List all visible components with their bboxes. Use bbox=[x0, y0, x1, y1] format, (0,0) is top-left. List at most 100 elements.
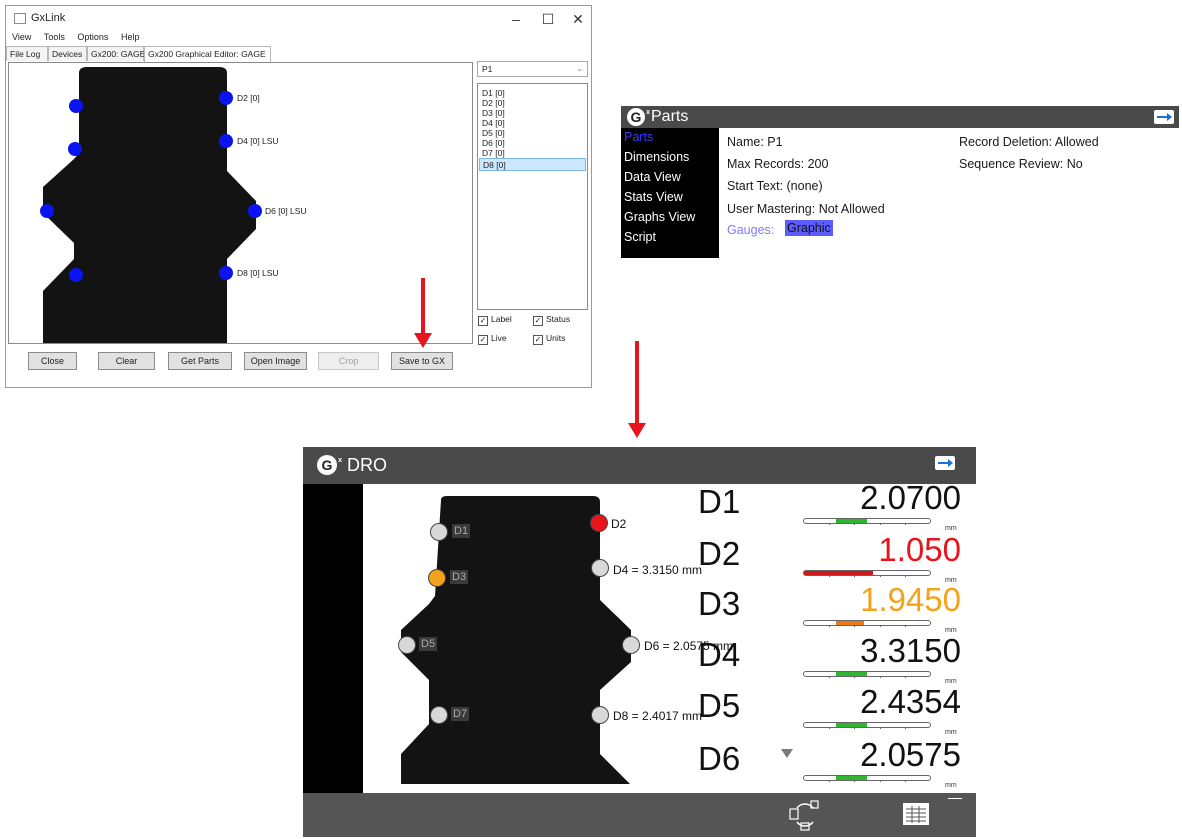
d8-marker[interactable] bbox=[591, 706, 609, 724]
bar-tick bbox=[880, 575, 881, 577]
record-deletion-field[interactable]: Record Deletion: Allowed bbox=[959, 135, 1099, 149]
data-grid-icon[interactable] bbox=[903, 803, 929, 825]
label-checkbox[interactable]: ✓ Label bbox=[478, 314, 512, 326]
menu-view[interactable]: View bbox=[12, 32, 31, 42]
dimension-list[interactable]: D1 [0] D2 [0] D3 [0] D4 [0] D5 [0] D6 [0… bbox=[477, 83, 588, 310]
menu-options[interactable]: Options bbox=[77, 32, 108, 42]
list-item-d5[interactable]: D5 [0] bbox=[482, 128, 584, 138]
status-checkbox[interactable]: ✓ Status bbox=[533, 314, 570, 326]
open-image-button[interactable]: Open Image bbox=[244, 352, 307, 370]
d3-marker[interactable] bbox=[428, 569, 446, 587]
d5-chip: D5 bbox=[419, 637, 438, 651]
nav-parts[interactable]: Parts bbox=[624, 130, 653, 144]
name-field[interactable]: Name: P1 bbox=[727, 135, 783, 149]
nav-graphs-view[interactable]: Graphs View bbox=[624, 210, 695, 224]
d2-marker[interactable] bbox=[219, 91, 233, 105]
nav-data-view[interactable]: Data View bbox=[624, 170, 681, 184]
save-to-gx-button[interactable]: Save to GX bbox=[391, 352, 453, 370]
d8-label: D8 [0] LSU bbox=[237, 268, 279, 278]
d7-marker[interactable] bbox=[430, 706, 448, 724]
start-text-field[interactable]: Start Text: (none) bbox=[727, 179, 823, 193]
bar-tick bbox=[829, 575, 830, 577]
parts-title: Parts bbox=[651, 108, 689, 125]
tolerance-bar-d6 bbox=[803, 775, 931, 782]
d3-marker[interactable] bbox=[68, 142, 82, 156]
close-icon[interactable]: ✕ bbox=[563, 9, 593, 29]
part-image-canvas[interactable]: D2 [0] D4 [0] LSU D6 [0] LSU D8 [0] LSU bbox=[8, 62, 473, 344]
exit-arrow-icon[interactable] bbox=[935, 456, 955, 470]
exit-arrow-icon[interactable] bbox=[1154, 110, 1174, 124]
minimize-icon[interactable]: – bbox=[501, 9, 531, 29]
nav-dimensions[interactable]: Dimensions bbox=[624, 150, 689, 164]
window-title: GxLink bbox=[31, 12, 66, 24]
bar-tick bbox=[829, 727, 830, 729]
user-mastering-field[interactable]: User Mastering: Not Allowed bbox=[727, 202, 885, 216]
list-item-d7[interactable]: D7 [0] bbox=[482, 148, 584, 158]
tab-devices[interactable]: Devices bbox=[48, 46, 87, 61]
tolerance-fill bbox=[836, 672, 867, 676]
tab-gx200-gage[interactable]: Gx200: GAGE bbox=[87, 46, 145, 61]
d6-marker[interactable] bbox=[248, 204, 262, 218]
reading-value-d4[interactable]: 3.3150 bbox=[791, 632, 961, 670]
reading-value-d2[interactable]: 1.050 bbox=[791, 531, 961, 569]
crop-button[interactable]: Crop bbox=[318, 352, 379, 370]
tolerance-fill bbox=[836, 621, 864, 625]
small-arrow-icon bbox=[948, 798, 962, 799]
sequence-review-field[interactable]: Sequence Review: No bbox=[959, 157, 1083, 171]
d5-marker[interactable] bbox=[398, 636, 416, 654]
d4-label: D4 = 3.3150 mm bbox=[613, 563, 703, 577]
d2-label: D2 bbox=[611, 517, 627, 531]
d1-marker[interactable] bbox=[430, 523, 448, 541]
close-button[interactable]: Close bbox=[28, 352, 77, 370]
scroll-down-triangle-icon[interactable] bbox=[781, 749, 793, 758]
bar-tick bbox=[854, 676, 855, 678]
reading-value-d6[interactable]: 2.0575 bbox=[791, 736, 961, 774]
bar-tick bbox=[854, 625, 855, 627]
list-item-d1[interactable]: D1 [0] bbox=[482, 88, 584, 98]
get-parts-button[interactable]: Get Parts bbox=[168, 352, 232, 370]
list-item-d8-selected[interactable]: D8 [0] bbox=[479, 158, 586, 171]
menu-tools[interactable]: Tools bbox=[44, 32, 65, 42]
d1-marker[interactable] bbox=[69, 99, 83, 113]
bar-tick bbox=[854, 780, 855, 782]
parts-nav: Parts Dimensions Data View Stats View Gr… bbox=[621, 128, 719, 258]
live-checkbox[interactable]: ✓ Live bbox=[478, 333, 507, 345]
tab-graphical-editor[interactable]: Gx200 Graphical Editor: GAGE bbox=[144, 46, 271, 62]
gauges-value-field[interactable]: Graphic bbox=[785, 220, 833, 236]
menu-bar: View Tools Options Help bbox=[6, 32, 143, 46]
bar-tick bbox=[905, 575, 906, 577]
d6-marker[interactable] bbox=[622, 636, 640, 654]
list-item-d6[interactable]: D6 [0] bbox=[482, 138, 584, 148]
gxlink-window: GxLink – ☐ ✕ View Tools Options Help Fil… bbox=[5, 5, 592, 388]
reading-value-d5[interactable]: 2.4354 bbox=[791, 683, 961, 721]
arrow-head bbox=[628, 423, 646, 438]
nav-script[interactable]: Script bbox=[624, 230, 656, 244]
dro-panel: Gx DRO D1 D2 D3 D4 = 3.3150 mm D5 D6 = 2… bbox=[303, 447, 976, 837]
part-select-value: P1 bbox=[482, 64, 493, 74]
cycle-part-icon[interactable] bbox=[789, 799, 819, 831]
reading-value-d3[interactable]: 1.9450 bbox=[791, 581, 961, 619]
clear-button[interactable]: Clear bbox=[98, 352, 155, 370]
max-records-field[interactable]: Max Records: 200 bbox=[727, 157, 828, 171]
dro-title: DRO bbox=[347, 455, 387, 475]
maximize-icon[interactable]: ☐ bbox=[533, 9, 563, 29]
d7-marker[interactable] bbox=[69, 268, 83, 282]
checkmark-icon: ✓ bbox=[533, 316, 543, 326]
d4-marker[interactable] bbox=[219, 134, 233, 148]
d4-marker[interactable] bbox=[591, 559, 609, 577]
list-item-d2[interactable]: D2 [0] bbox=[482, 98, 584, 108]
d8-marker[interactable] bbox=[219, 266, 233, 280]
bar-tick bbox=[829, 625, 830, 627]
tab-file-log[interactable]: File Log bbox=[6, 46, 48, 61]
reading-unit: mm bbox=[945, 729, 957, 736]
list-item-d3[interactable]: D3 [0] bbox=[482, 108, 584, 118]
part-select[interactable]: P1 ⌄ bbox=[477, 61, 588, 77]
reading-value-d1[interactable]: 2.0700 bbox=[791, 479, 961, 517]
d2-marker[interactable] bbox=[590, 514, 608, 532]
gx-logo-icon: Gx bbox=[627, 108, 650, 126]
menu-help[interactable]: Help bbox=[121, 32, 140, 42]
d5-marker[interactable] bbox=[40, 204, 54, 218]
nav-stats-view[interactable]: Stats View bbox=[624, 190, 683, 204]
list-item-d4[interactable]: D4 [0] bbox=[482, 118, 584, 128]
units-checkbox[interactable]: ✓ Units bbox=[533, 333, 565, 345]
